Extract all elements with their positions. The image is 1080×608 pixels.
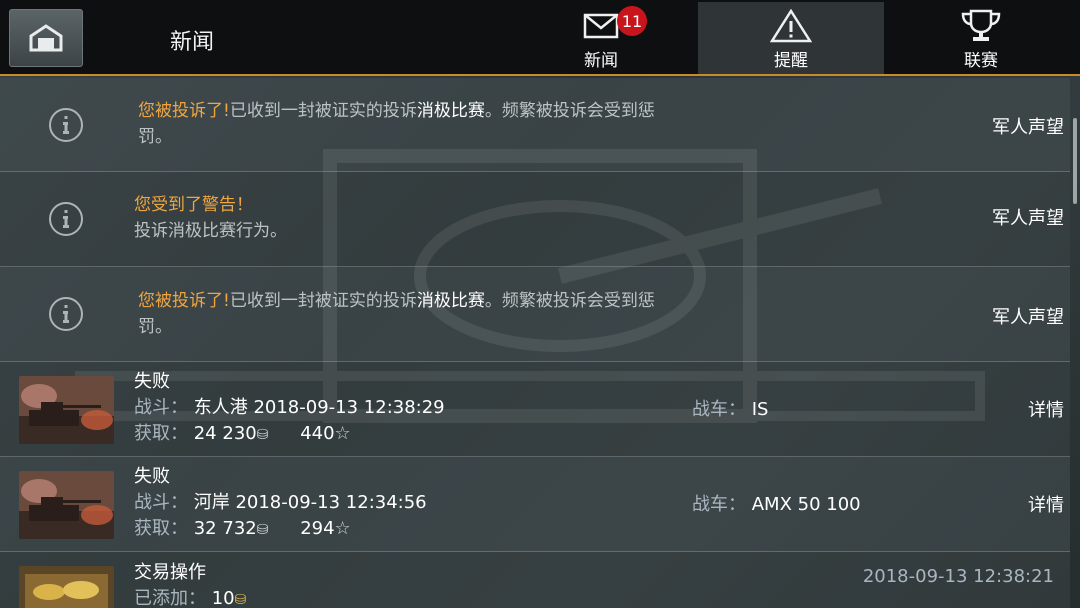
tab-league-label: 联赛: [964, 51, 998, 71]
battle-earnings: 获取： 32 732⛁ 294☆: [134, 518, 351, 539]
details-button[interactable]: 详情: [1028, 491, 1064, 517]
reputation-label[interactable]: 军人声望: [992, 303, 1064, 329]
details-button[interactable]: 详情: [1028, 396, 1064, 422]
xp-star-icon: ☆: [334, 518, 351, 539]
list-item[interactable]: 您受到了警告！ 投诉消极比赛行为。 军人声望: [0, 172, 1070, 267]
tab-news-label: 新闻: [584, 51, 618, 71]
reputation-label[interactable]: 军人声望: [992, 113, 1064, 139]
tab-news[interactable]: 11 新闻: [508, 2, 694, 74]
battle-earnings: 获取： 24 230⛁ 440☆: [134, 423, 351, 444]
xp-star-icon: ☆: [334, 423, 351, 444]
list-item[interactable]: 您被投诉了!已收到一封被证实的投诉消极比赛。频繁被投诉会受到惩 罚。 军人声望: [0, 78, 1070, 172]
battle-result-row[interactable]: 失败 战斗： 河岸 2018-09-13 12:34:56 获取： 32 732…: [0, 457, 1070, 552]
trade-title: 交易操作: [134, 562, 206, 583]
info-icon: [49, 297, 83, 331]
tab-league[interactable]: 联赛: [888, 2, 1074, 74]
page-title: 新闻: [170, 30, 215, 55]
battle-vehicle: 战车： IS: [692, 399, 769, 420]
notification-message: 您受到了警告！ 投诉消极比赛行为。: [134, 195, 287, 241]
battle-info: 战斗： 东人港 2018-09-13 12:38:29: [134, 397, 445, 418]
scrollbar[interactable]: [1073, 118, 1077, 204]
battle-thumbnail: [19, 376, 114, 444]
tab-alerts[interactable]: 提醒: [698, 2, 884, 74]
tab-alerts-label: 提醒: [774, 51, 808, 71]
trade-timestamp: 2018-09-13 12:38:21: [862, 566, 1054, 587]
battle-result: 失败: [134, 466, 170, 487]
trade-amount: 已添加： 10⛁: [134, 588, 247, 608]
battle-info: 战斗： 河岸 2018-09-13 12:34:56: [134, 492, 427, 513]
silver-coins-icon: ⛁: [256, 427, 269, 443]
warning-icon: [770, 9, 812, 43]
reputation-label[interactable]: 军人声望: [992, 204, 1064, 230]
top-bar: 新闻 11 新闻 提醒 联赛: [0, 0, 1080, 76]
unread-badge: 11: [617, 6, 647, 36]
list-item[interactable]: 您被投诉了!已收到一封被证实的投诉消极比赛。频繁被投诉会受到惩 罚。 军人声望: [0, 267, 1070, 362]
notification-message: 您被投诉了!已收到一封被证实的投诉消极比赛。频繁被投诉会受到惩 罚。: [138, 291, 655, 337]
home-button[interactable]: [9, 9, 83, 67]
silver-coins-icon: ⛁: [256, 522, 269, 538]
info-icon: [49, 202, 83, 236]
gold-coins-icon: ⛁: [234, 592, 247, 608]
battle-thumbnail: [19, 471, 114, 539]
battle-result: 失败: [134, 371, 170, 392]
hangar-icon: [29, 24, 63, 52]
alerts-list[interactable]: 您被投诉了!已收到一封被证实的投诉消极比赛。频繁被投诉会受到惩 罚。 军人声望 …: [0, 78, 1080, 608]
info-icon: [49, 108, 83, 142]
notification-message: 您被投诉了!已收到一封被证实的投诉消极比赛。频繁被投诉会受到惩 罚。: [138, 101, 655, 147]
gold-chest-thumbnail: [19, 566, 114, 608]
battle-vehicle: 战车： AMX 50 100: [692, 494, 861, 515]
trade-row[interactable]: 交易操作 已添加： 10⛁ 2018-09-13 12:38:21: [0, 552, 1070, 608]
trophy-icon: [961, 9, 1001, 41]
mail-icon: [583, 13, 619, 39]
battle-result-row[interactable]: 失败 战斗： 东人港 2018-09-13 12:38:29 获取： 24 23…: [0, 362, 1070, 457]
